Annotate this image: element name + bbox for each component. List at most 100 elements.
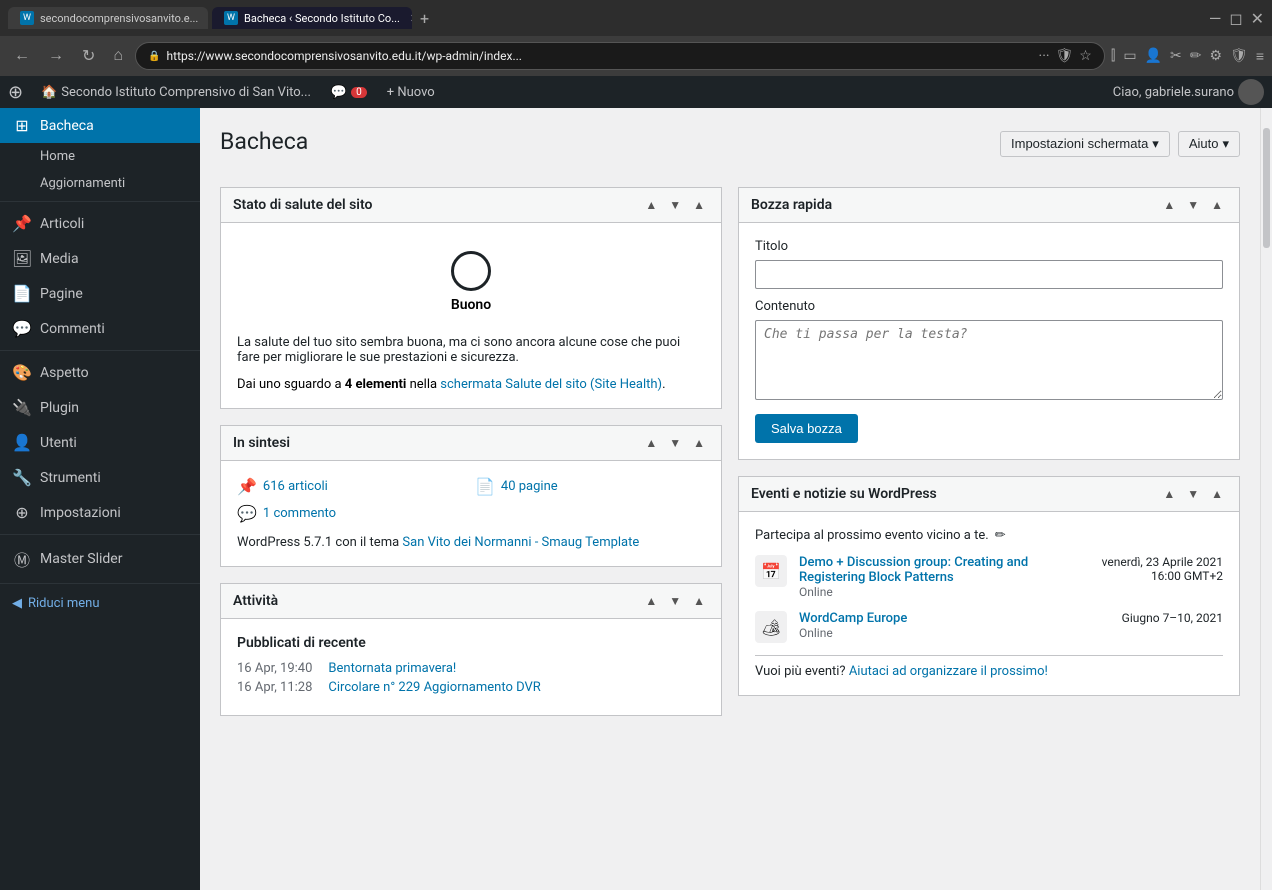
close-window-icon[interactable]: ✕: [1251, 9, 1264, 28]
maximize-icon[interactable]: ◻: [1229, 9, 1242, 28]
forward-button[interactable]: →: [42, 45, 70, 67]
bozza-title-input[interactable]: [755, 260, 1223, 289]
sidebar-item-master-slider[interactable]: Ⓜ Master Slider: [0, 539, 200, 579]
attivita-collapse-btn[interactable]: ▲: [689, 592, 709, 610]
sintesi-collapse-btn[interactable]: ▲: [689, 434, 709, 452]
bozza-title: Bozza rapida: [751, 197, 832, 213]
bozza-title-label: Titolo: [755, 239, 1223, 254]
minimize-icon[interactable]: —: [1209, 9, 1222, 28]
bookmark-icon[interactable]: 🛡: [1056, 48, 1074, 64]
tab1-icon: W: [20, 11, 34, 25]
site-health-collapse-btn[interactable]: ▲: [689, 196, 709, 214]
events-footer-prefix: Vuoi più eventi?: [755, 664, 849, 679]
comments-icon: 💬: [12, 319, 32, 338]
attivita-widget: Attività ▲ ▼ ▲ Pubblicati di recente 16 …: [220, 583, 722, 716]
dashboard-icon: ⊞: [12, 116, 32, 135]
sintesi-theme-link[interactable]: San Vito dei Normanni - Smaug Template: [402, 535, 639, 550]
sintesi-articles-link[interactable]: 📌 616 articoli: [237, 477, 467, 496]
reader-mode-icon[interactable]: ▭: [1123, 48, 1136, 64]
sintesi-up-btn[interactable]: ▲: [641, 434, 661, 452]
events-footer-link[interactable]: Aiutaci ad organizzare il prossimo!: [849, 664, 1048, 679]
settings-icon[interactable]: ⚙: [1209, 48, 1222, 64]
sidebar-sub-home[interactable]: Home: [0, 143, 200, 170]
menu-icon[interactable]: ≡: [1256, 48, 1264, 65]
admin-bar-site[interactable]: 🏠 Secondo Istituto Comprensivo di San Vi…: [31, 76, 321, 108]
events-up-btn[interactable]: ▲: [1159, 485, 1179, 503]
shield-icon[interactable]: 🛡: [1230, 48, 1248, 64]
sidebar-item-impostazioni[interactable]: ⊕ Impostazioni: [0, 495, 200, 530]
help-button[interactable]: Aiuto ▾: [1178, 131, 1240, 157]
sidebar-item-articoli[interactable]: 📌 Articoli: [0, 206, 200, 241]
attivita-link-2[interactable]: Circolare n° 229 Aggiornamento DVR: [328, 680, 540, 695]
sidebar-item-utenti[interactable]: 👤 Utenti: [0, 425, 200, 460]
new-tab-button[interactable]: +: [416, 9, 433, 28]
extensions-icon[interactable]: ✂: [1170, 48, 1182, 64]
sidebar-item-strumenti[interactable]: 🔧 Strumenti: [0, 460, 200, 495]
comment-icon: 💬: [331, 85, 347, 100]
admin-bar-comments[interactable]: 💬 0: [321, 76, 377, 108]
star-icon[interactable]: ☆: [1079, 48, 1092, 64]
sintesi-down-btn[interactable]: ▼: [665, 434, 685, 452]
attivita-title: Attività: [233, 593, 278, 609]
event1-link[interactable]: Demo + Discussion group: Creating and Re…: [799, 555, 1028, 585]
bozza-save-button[interactable]: Salva bozza: [755, 414, 858, 443]
user-greeting[interactable]: Ciao, gabriele.surano: [1113, 85, 1234, 100]
profile-icon[interactable]: 👤: [1145, 48, 1162, 64]
home-button[interactable]: ⌂: [107, 45, 129, 67]
sintesi-controls: ▲ ▼ ▲: [641, 434, 709, 452]
events-body: Partecipa al prossimo evento vicino a te…: [739, 512, 1239, 695]
reading-list-icon[interactable]: ⫿: [1111, 48, 1115, 64]
events-down-btn[interactable]: ▼: [1183, 485, 1203, 503]
events-widget: Eventi e notizie su WordPress ▲ ▼ ▲ Part…: [738, 476, 1240, 696]
attivita-down-btn[interactable]: ▼: [665, 592, 685, 610]
sidebar-item-commenti[interactable]: 💬 Commenti: [0, 311, 200, 346]
sidebar-reduce-menu[interactable]: ◀ Riduci menu: [0, 588, 200, 619]
sidebar-item-media[interactable]: 🖼 Media: [0, 241, 200, 276]
bozza-save-label: Salva bozza: [771, 421, 842, 436]
sidebar-master-slider-label: Master Slider: [40, 551, 122, 567]
devtools-icon[interactable]: ✏: [1190, 48, 1202, 64]
attivita-row-1: 16 Apr, 19:40 Bentornata primavera!: [237, 661, 705, 676]
attivita-link-1[interactable]: Bentornata primavera!: [328, 661, 456, 676]
sidebar-divider-3: [0, 534, 200, 535]
articles-count-icon: 📌: [237, 477, 257, 496]
browser-tab-2[interactable]: W Bacheca ‹ Secondo Istituto Co... ✕: [212, 7, 412, 29]
address-bar[interactable]: 🔒 https://www.secondocomprensivosanvito.…: [135, 42, 1105, 70]
back-button[interactable]: ←: [8, 45, 36, 67]
sintesi-pages-link[interactable]: 📄 40 pagine: [475, 477, 705, 496]
site-health-down-btn[interactable]: ▼: [665, 196, 685, 214]
bozza-content-textarea[interactable]: [755, 320, 1223, 400]
event2-title: WordCamp Europe: [799, 611, 907, 626]
reload-button[interactable]: ↻: [76, 44, 101, 68]
sidebar-item-aspetto[interactable]: 🎨 Aspetto: [0, 355, 200, 390]
event2-link[interactable]: WordCamp Europe: [799, 611, 907, 626]
dashboard-grid: Stato di salute del sito ▲ ▼ ▲ Buono La …: [220, 187, 1240, 716]
bozza-down-btn[interactable]: ▼: [1183, 196, 1203, 214]
wp-logo-icon[interactable]: ⊕: [8, 82, 23, 103]
tab2-close-icon[interactable]: ✕: [410, 12, 412, 25]
sidebar-item-plugin[interactable]: 🔌 Plugin: [0, 390, 200, 425]
bozza-collapse-btn[interactable]: ▲: [1207, 196, 1227, 214]
sidebar-sub-updates[interactable]: Aggiornamenti: [0, 170, 200, 197]
scrollbar[interactable]: [1260, 108, 1272, 890]
scrollbar-thumb[interactable]: [1263, 128, 1270, 248]
site-health-up-btn[interactable]: ▲: [641, 196, 661, 214]
health-link[interactable]: schermata Salute del sito (Site Health): [440, 377, 662, 392]
sintesi-comments-link[interactable]: 💬 1 commento: [237, 504, 467, 523]
sidebar-item-pagine[interactable]: 📄 Pagine: [0, 276, 200, 311]
browser-tab-1[interactable]: W secondocomprensivosanvito.e...: [8, 7, 208, 29]
user-avatar[interactable]: [1238, 79, 1264, 105]
admin-bar-new[interactable]: + Nuovo: [377, 76, 445, 108]
screen-options-button[interactable]: Impostazioni schermata ▾: [1000, 131, 1170, 157]
sidebar-item-bacheca[interactable]: ⊞ Bacheca: [0, 108, 200, 143]
bozza-up-btn[interactable]: ▲: [1159, 196, 1179, 214]
screen-options-bar: Impostazioni schermata ▾ Aiuto ▾: [1000, 131, 1240, 157]
events-collapse-btn[interactable]: ▲: [1207, 485, 1227, 503]
site-name: Secondo Istituto Comprensivo di San Vito…: [61, 85, 311, 100]
home-sub-label: Home: [40, 149, 75, 164]
sintesi-pages-count: 40 pagine: [501, 479, 558, 494]
sintesi-body: 📌 616 articoli 📄 40 pagine 💬 1 commento: [221, 461, 721, 566]
attivita-up-btn[interactable]: ▲: [641, 592, 661, 610]
edit-icon[interactable]: ✏: [995, 528, 1006, 543]
more-icon[interactable]: ···: [1039, 48, 1050, 64]
